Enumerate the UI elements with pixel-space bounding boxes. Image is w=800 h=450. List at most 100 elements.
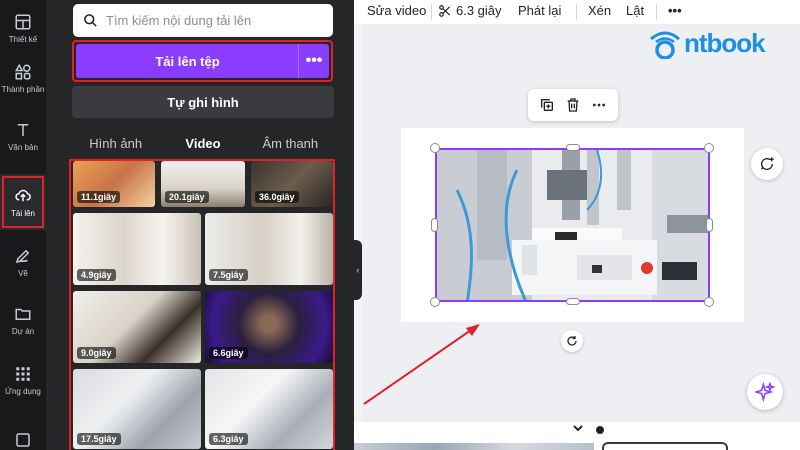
flip-button[interactable]: Lật	[626, 3, 644, 18]
tab-images[interactable]: Hình ảnh	[72, 128, 159, 158]
duration-badge: 20.1giây	[165, 191, 209, 203]
add-comment-button[interactable]	[751, 148, 783, 180]
toolbar-divider	[656, 4, 657, 20]
duration-badge: 4.9giây	[77, 269, 116, 281]
duration-badge: 11.1giây	[77, 191, 121, 203]
rail-item-label: Văn bản	[8, 142, 38, 152]
rail-item-label: Tải lên	[10, 208, 35, 218]
sparkle-icon	[755, 382, 775, 402]
chevron-down-icon	[573, 425, 583, 432]
more-label: •••	[668, 3, 682, 18]
rail-item-more[interactable]	[0, 430, 46, 450]
tab-audio[interactable]: Âm thanh	[247, 128, 334, 158]
toolbar-more-button[interactable]: •••	[668, 3, 682, 18]
folder-icon	[15, 308, 31, 320]
trim-button[interactable]: 6.3 giây	[438, 3, 502, 18]
duration-badge: 9.0giây	[77, 347, 116, 359]
pen-icon	[15, 249, 30, 263]
resize-handle-right[interactable]	[706, 218, 713, 232]
scissors-icon	[439, 4, 451, 17]
upload-more-button[interactable]: •••	[298, 44, 329, 78]
rail-item-text[interactable]: Văn bản	[0, 108, 46, 164]
playback-label: Phát lại	[518, 3, 562, 18]
video-thumbnail[interactable]: 17.5giây	[73, 369, 201, 449]
resize-handle-bottom[interactable]	[566, 298, 580, 305]
element-quick-toolbar	[528, 89, 618, 121]
video-thumbnail[interactable]: 6.6giây	[205, 291, 333, 363]
uploads-panel: Tải lên tệp ••• Tự ghi hình Hình ảnh Vid…	[46, 0, 354, 450]
video-thumbnail[interactable]: 11.1giây	[73, 161, 155, 207]
brand-logo: ntbook	[648, 28, 766, 59]
resize-handle-bottom-left[interactable]	[430, 297, 440, 307]
record-yourself-button[interactable]: Tự ghi hình	[72, 86, 334, 118]
rail-item-apps[interactable]: Ứng dụng	[0, 352, 46, 408]
video-thumbnail[interactable]: 36.0giây	[251, 161, 333, 207]
rail-item-projects[interactable]: Dự án	[0, 292, 46, 348]
search-input[interactable]	[106, 13, 326, 28]
video-thumbnail[interactable]: 7.5giây	[205, 213, 333, 285]
timeline-clip-strip[interactable]	[354, 443, 594, 450]
video-grid: 11.1giây 20.1giây 36.0giây 4.9giây 7.5gi…	[69, 159, 335, 450]
duration-badge: 6.3giây	[209, 433, 248, 445]
text-icon	[17, 123, 29, 136]
rotate-button[interactable]	[561, 330, 583, 352]
duplicate-icon[interactable]	[539, 97, 555, 113]
resize-handle-top[interactable]	[566, 144, 580, 151]
logo-icon	[650, 31, 680, 59]
layout-icon	[15, 14, 31, 29]
resize-handle-top-left[interactable]	[430, 143, 440, 153]
toolbar-divider	[576, 4, 577, 20]
cloud-upload-icon	[15, 189, 31, 201]
edit-video-label: Sửa video	[367, 3, 427, 18]
rail-item-elements[interactable]: Thành phần	[0, 50, 46, 106]
magic-assistant-button[interactable]	[747, 374, 783, 410]
upload-files-button[interactable]: Tải lên tệp	[76, 44, 299, 78]
rail-item-label: Dự án	[11, 326, 35, 336]
resize-handle-bottom-right[interactable]	[704, 297, 714, 307]
media-tabs: Hình ảnh Video Âm thanh	[72, 128, 334, 158]
video-thumbnail[interactable]: 4.9giây	[73, 213, 201, 285]
toolbar-divider	[431, 4, 432, 20]
rail-item-label: Ứng dụng	[5, 386, 41, 396]
crop-label: Xén	[588, 3, 612, 18]
annotation-arrow	[363, 324, 480, 405]
brand-text: ntbook	[684, 28, 766, 58]
rail-item-uploads[interactable]: Tải lên	[0, 174, 46, 230]
video-thumbnail[interactable]: 9.0giây	[73, 291, 201, 363]
left-nav-rail: Thiết kế Thành phần Văn bản Tải lên Vẽ D…	[0, 0, 46, 450]
rotate-icon	[567, 336, 577, 346]
video-thumbnail[interactable]: 20.1giây	[161, 161, 245, 207]
duration-badge: 6.6giây	[209, 347, 248, 359]
shapes-icon	[14, 63, 31, 79]
playback-button[interactable]: Phát lại	[518, 3, 561, 18]
resize-handle-top-right[interactable]	[704, 143, 714, 153]
comment-icon	[761, 157, 774, 170]
selected-video[interactable]	[435, 148, 710, 302]
timeline-toggle-button[interactable]	[570, 422, 586, 434]
duration-badge: 7.5giây	[209, 269, 248, 281]
flip-label: Lật	[626, 3, 645, 18]
rail-item-label: Thiết kế	[8, 34, 38, 44]
trash-icon[interactable]	[565, 97, 581, 113]
image-icon	[16, 433, 30, 447]
more-icon[interactable]	[591, 97, 607, 113]
upload-highlight: Tải lên tệp •••	[72, 40, 333, 82]
edit-video-button[interactable]: Sửa video	[367, 3, 426, 18]
rail-item-design[interactable]: Thiết kế	[0, 0, 46, 56]
duration-badge: 17.5giây	[77, 433, 121, 445]
search-box[interactable]	[73, 4, 333, 37]
video-frame-machine	[437, 150, 708, 300]
crop-button[interactable]: Xén	[588, 3, 611, 18]
editor-toolbar: Sửa video 6.3 giây Phát lại Xén Lật •••	[354, 0, 800, 24]
apps-grid-icon	[16, 366, 30, 381]
rail-item-label: Thành phần	[1, 84, 45, 94]
duration-badge: 36.0giây	[255, 191, 299, 203]
video-thumbnail[interactable]: 6.3giây	[205, 369, 333, 449]
playhead[interactable]	[596, 426, 604, 434]
rail-item-label: Vẽ	[18, 268, 28, 278]
collapse-panel-handle[interactable]: ‹	[354, 240, 362, 300]
timeline-clip-selected[interactable]	[602, 442, 728, 450]
rail-item-draw[interactable]: Vẽ	[0, 234, 46, 290]
resize-handle-left[interactable]	[431, 218, 438, 232]
tab-videos[interactable]: Video	[159, 128, 246, 158]
